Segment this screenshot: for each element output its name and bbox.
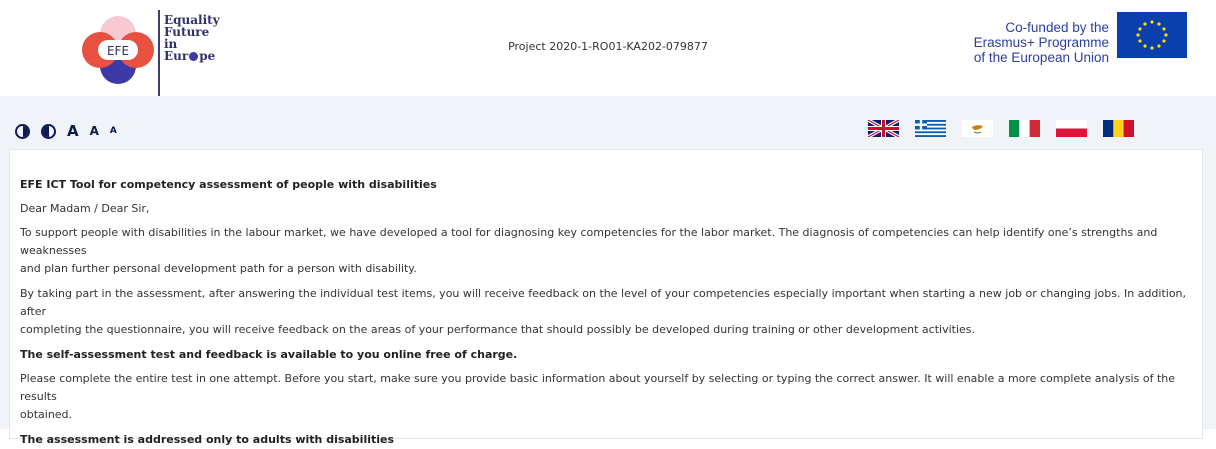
contrast-icon[interactable] — [15, 123, 30, 139]
language-switcher — [868, 120, 1134, 137]
free-of-charge-note: The self-assessment test and feedback is… — [20, 348, 518, 361]
intro-paragraph-1a: To support people with disabilities in t… — [20, 226, 1158, 257]
uk-flag-icon[interactable] — [868, 120, 899, 137]
site-header: EFE Equality Future in Eur pe Project 202… — [0, 0, 1216, 96]
intro-content: EFE ICT Tool for competency assessment o… — [20, 176, 1196, 449]
intro-paragraph-2a: By taking part in the assessment, after … — [20, 287, 1187, 318]
intro-paragraph-1b: and plan further personal development pa… — [20, 262, 417, 275]
eu-flag-icon — [1117, 12, 1187, 58]
erasmus-line-2: Erasmus+ Programme — [973, 35, 1109, 50]
logo-dot-icon — [189, 52, 199, 61]
erasmus-logo: Co-funded by the Erasmus+ Programme of t… — [945, 12, 1187, 76]
italy-flag-icon[interactable] — [1009, 120, 1040, 137]
accessibility-toolbar: A A A — [15, 121, 117, 141]
font-small-button[interactable]: A — [110, 126, 117, 136]
intro-paragraph-2b: completing the questionnaire, you will r… — [20, 323, 976, 336]
erasmus-line-3: of the European Union — [973, 50, 1109, 65]
invert-contrast-icon[interactable] — [41, 123, 56, 139]
intro-paragraph-3b: obtained. — [20, 408, 73, 421]
page-title: EFE ICT Tool for competency assessment o… — [20, 178, 437, 191]
logo-wordmark: Equality Future in Eur pe — [164, 14, 220, 62]
font-large-button[interactable]: A — [67, 122, 79, 140]
cyprus-flag-icon[interactable] — [962, 120, 993, 137]
adults-note: The assessment is addressed only to adul… — [20, 433, 395, 446]
logo-divider — [158, 10, 160, 96]
romania-flag-icon[interactable] — [1103, 120, 1134, 137]
intro-paragraph-3a: Please complete the entire test in one a… — [20, 372, 1175, 403]
font-medium-button[interactable]: A — [90, 124, 99, 138]
greece-flag-icon[interactable] — [915, 120, 946, 137]
poland-flag-icon[interactable] — [1056, 120, 1087, 137]
erasmus-line-1: Co-funded by the — [1005, 20, 1109, 35]
erasmus-text: Co-funded by the Erasmus+ Programme of t… — [974, 20, 1109, 65]
greeting: Dear Madam / Dear Sir, — [20, 202, 150, 215]
